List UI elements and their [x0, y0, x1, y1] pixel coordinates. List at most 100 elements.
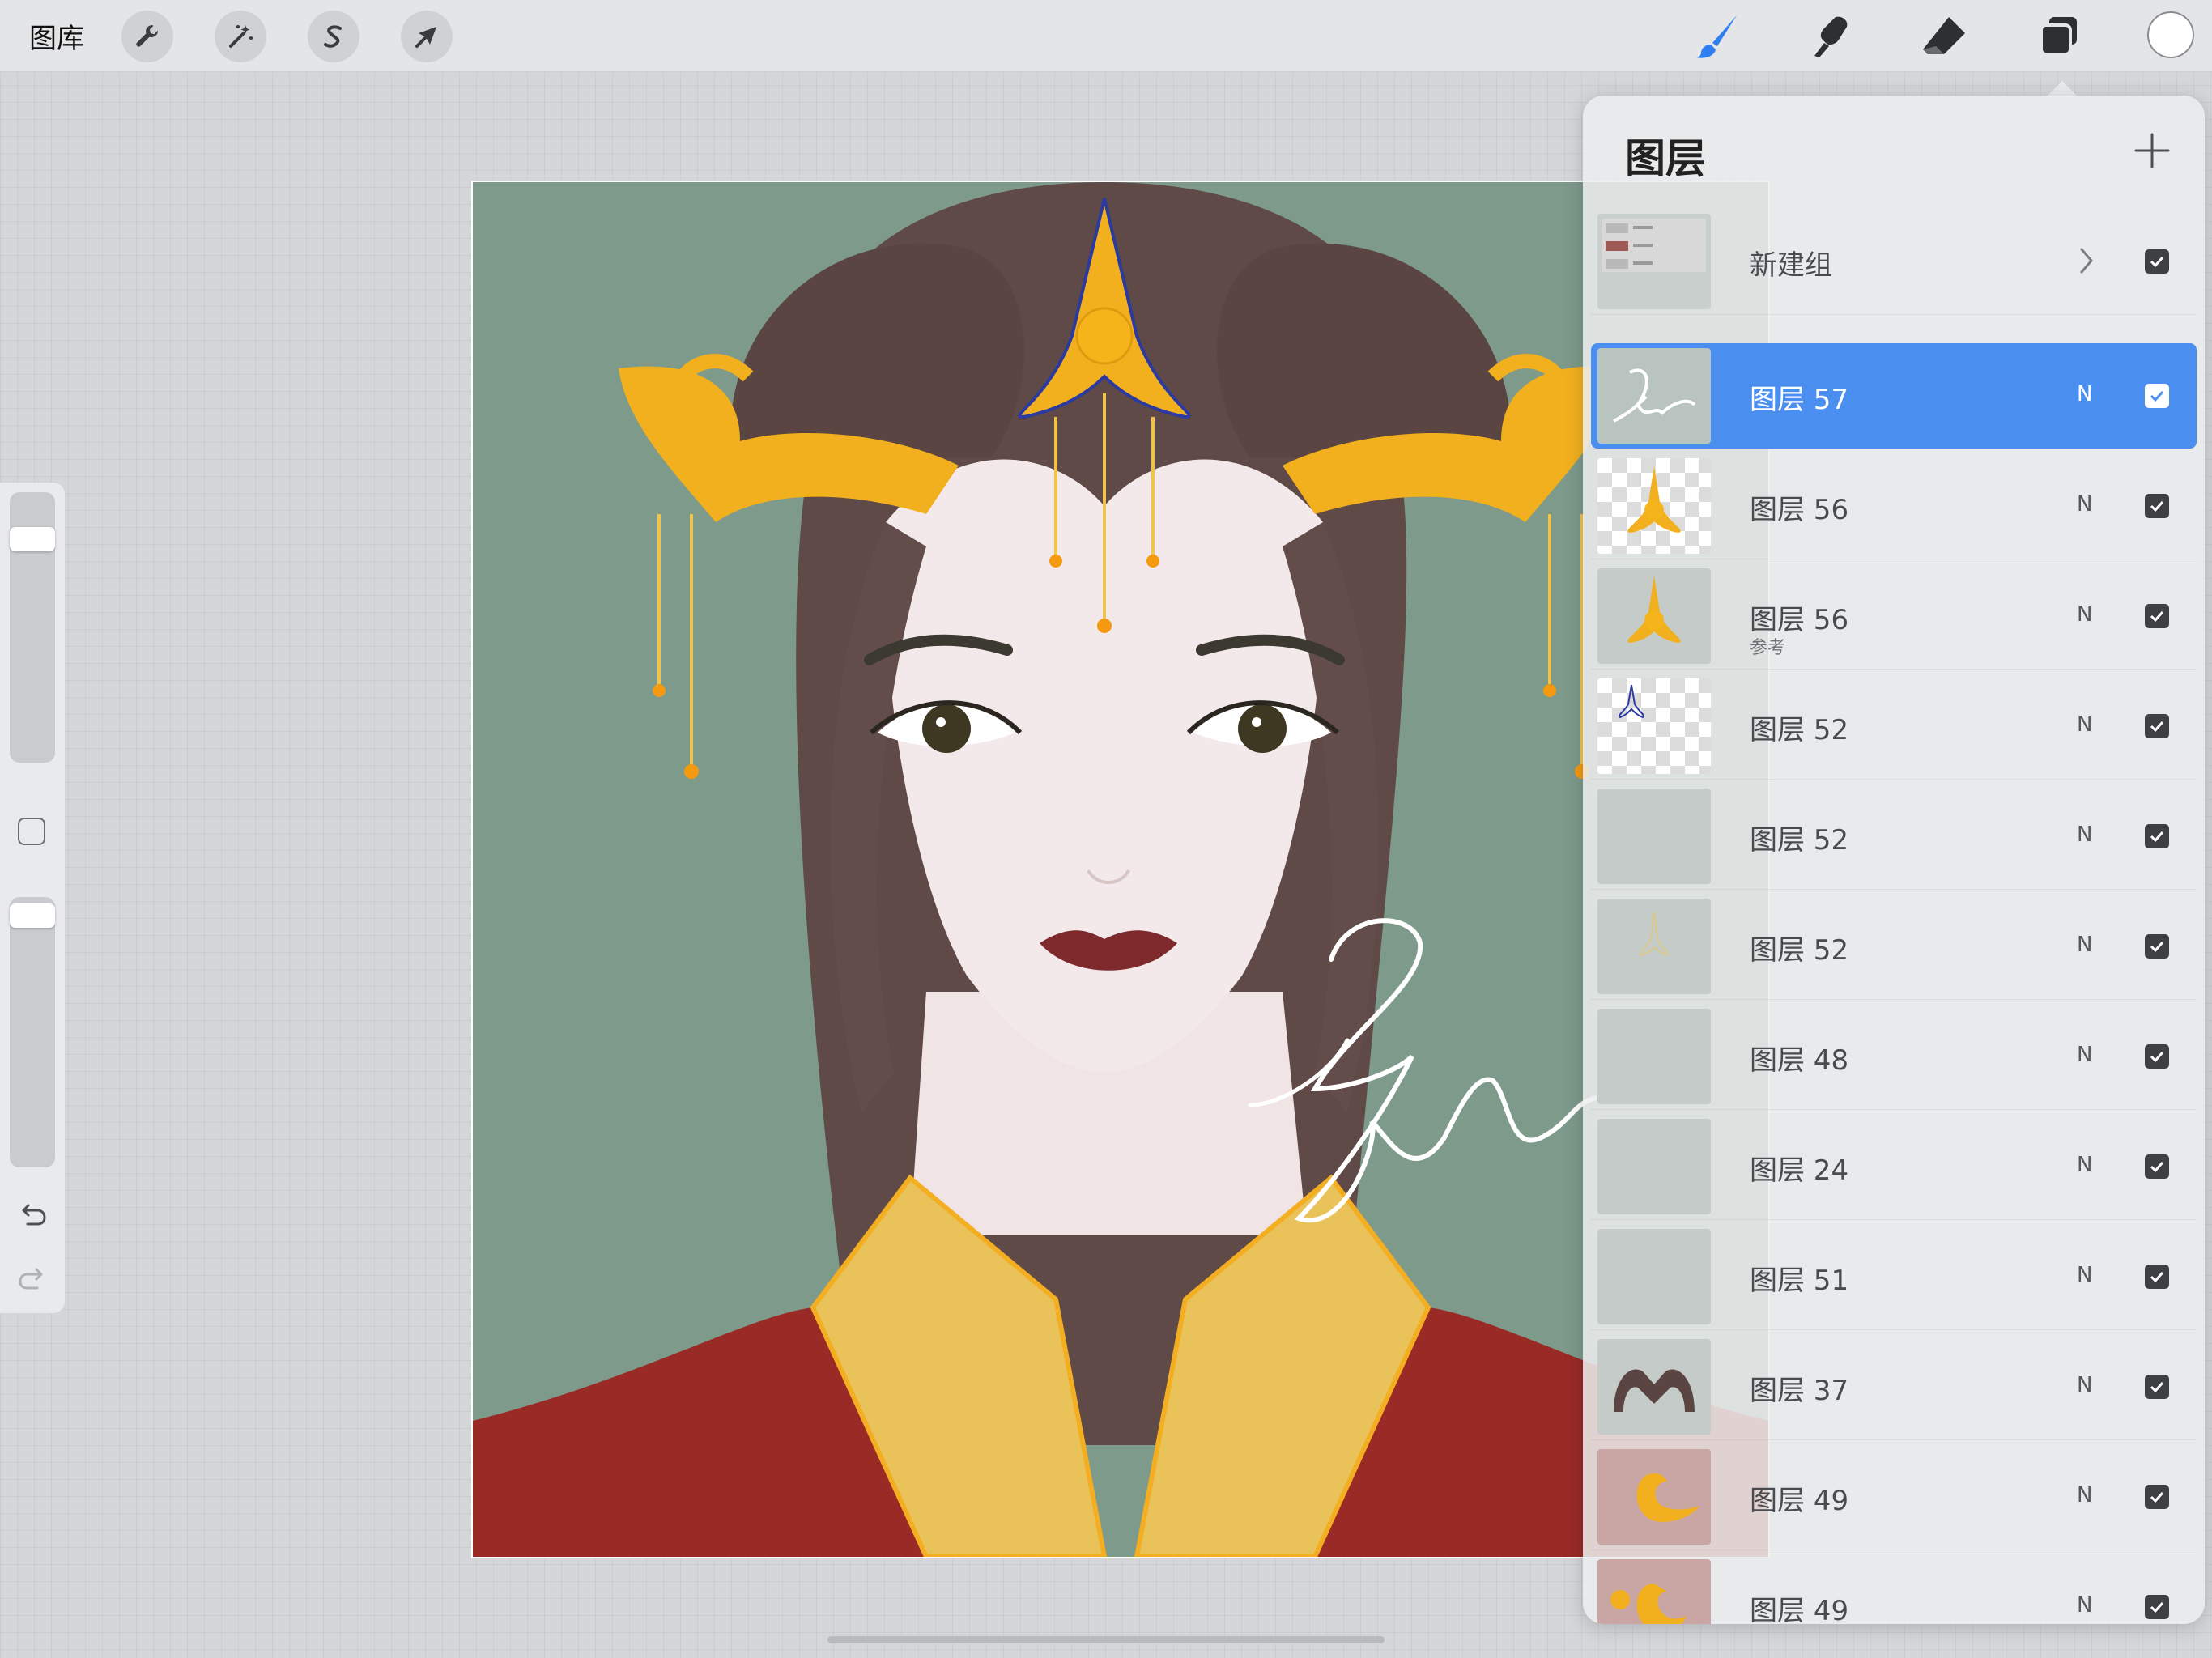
layer-thumbnail	[1597, 899, 1711, 994]
adjustments-button[interactable]	[215, 11, 266, 62]
blend-mode-button[interactable]: N	[2077, 823, 2092, 847]
layer-thumbnail	[1597, 678, 1711, 774]
blend-mode-button[interactable]: N	[2077, 933, 2092, 957]
layer-thumbnail	[1597, 789, 1711, 884]
left-sidebar	[0, 483, 65, 1313]
layer-name: 图层 24	[1750, 1154, 1849, 1187]
layer-name: 图层 57	[1750, 384, 1849, 416]
layer-row[interactable]: 图层 52 N	[1591, 674, 2197, 780]
layer-visibility-checkbox[interactable]	[2145, 1595, 2169, 1619]
layer-row-selected[interactable]: 图层 57 N	[1591, 343, 2197, 449]
layer-row[interactable]: 图层 56 参考 N	[1591, 563, 2197, 670]
redo-icon[interactable]	[16, 1263, 49, 1295]
checkmark-icon	[2150, 941, 2164, 953]
drawing-canvas[interactable]	[471, 181, 1770, 1558]
layer-row[interactable]: 图层 52 N	[1591, 784, 2197, 890]
blend-mode-button[interactable]: N	[2077, 1043, 2092, 1067]
layer-visibility-checkbox[interactable]	[2145, 604, 2169, 628]
actions-button[interactable]	[121, 11, 173, 62]
layer-visibility-checkbox[interactable]	[2145, 1485, 2169, 1509]
layers-tool-button[interactable]	[2034, 11, 2084, 62]
blend-mode-button[interactable]: N	[2077, 602, 2092, 627]
layer-visibility-checkbox[interactable]	[2145, 384, 2169, 408]
home-indicator	[827, 1636, 1385, 1643]
smudge-icon	[1814, 16, 1848, 57]
brush-size-slider-thumb[interactable]	[10, 527, 55, 551]
smudge-tool-button[interactable]	[1806, 11, 1856, 62]
layers-panel-title: 图层	[1625, 135, 1706, 182]
brush-icon	[1696, 15, 1737, 58]
layer-visibility-checkbox[interactable]	[2145, 1044, 2169, 1069]
eraser-tool-button[interactable]	[1919, 11, 1969, 62]
gallery-button[interactable]: 图库	[29, 16, 84, 56]
layer-row[interactable]: 图层 37 N	[1591, 1334, 2197, 1440]
layer-name: 图层 52	[1750, 934, 1849, 967]
layer-row[interactable]: 图层 24 N	[1591, 1114, 2197, 1220]
checkmark-icon	[2150, 390, 2164, 402]
layer-name: 新建组	[1750, 249, 1832, 282]
layer-visibility-checkbox[interactable]	[2145, 934, 2169, 959]
blend-mode-button[interactable]: N	[2077, 492, 2092, 517]
layer-name: 图层 52	[1750, 714, 1849, 746]
layer-visibility-checkbox[interactable]	[2145, 824, 2169, 848]
layer-reference-label: 参考	[1750, 638, 1786, 658]
color-picker-button[interactable]	[2147, 11, 2194, 58]
opacity-slider[interactable]	[10, 897, 55, 1167]
checkmark-icon	[2150, 1051, 2164, 1063]
undo-icon[interactable]	[16, 1199, 49, 1231]
checkmark-icon	[2150, 721, 2164, 733]
magic-wand-icon	[229, 25, 253, 48]
layer-thumbnail	[1597, 348, 1711, 444]
layers-icon	[2040, 17, 2077, 56]
artwork	[473, 182, 1768, 1557]
layer-row[interactable]: 图层 49 N	[1591, 1554, 2197, 1624]
layer-thumbnail	[1597, 1559, 1711, 1624]
layer-thumbnail	[1597, 568, 1711, 664]
layer-row-group[interactable]: 新建组	[1591, 209, 2197, 315]
blend-mode-button[interactable]: N	[2077, 1483, 2092, 1507]
blend-mode-button[interactable]: N	[2077, 712, 2092, 737]
layer-thumbnail	[1597, 1009, 1711, 1104]
top-toolbar: 图库	[0, 0, 2212, 72]
blend-mode-button[interactable]: N	[2077, 1263, 2092, 1287]
checkmark-icon	[2150, 831, 2164, 843]
layer-visibility-checkbox[interactable]	[2145, 714, 2169, 738]
hair-bun-right	[1217, 243, 1511, 457]
wrench-icon	[136, 25, 159, 47]
blend-mode-button[interactable]: N	[2077, 1593, 2092, 1618]
layer-row[interactable]: 图层 49 N	[1591, 1444, 2197, 1550]
layer-name: 图层 56	[1750, 604, 1849, 636]
eraser-icon	[1923, 17, 1965, 54]
layer-name: 图层 56	[1750, 494, 1849, 526]
layer-row[interactable]: 图层 48 N	[1591, 1004, 2197, 1110]
layer-thumbnail	[1597, 458, 1711, 554]
layers-panel: 图层 新建组 图层 57 N 图层 56 N 图层 56 参考 N 图层 52 …	[1583, 96, 2205, 1624]
plus-icon[interactable]	[2129, 128, 2175, 173]
layer-visibility-checkbox[interactable]	[2145, 1154, 2169, 1179]
layer-thumbnail	[1597, 1449, 1711, 1545]
blend-mode-button[interactable]: N	[2077, 382, 2092, 406]
layer-visibility-checkbox[interactable]	[2145, 249, 2169, 274]
layer-row[interactable]: 图层 52 N	[1591, 894, 2197, 1000]
chevron-right-icon[interactable]	[2075, 244, 2098, 277]
modify-square-icon[interactable]	[18, 818, 45, 845]
opacity-slider-thumb[interactable]	[10, 903, 55, 928]
blend-mode-button[interactable]: N	[2077, 1373, 2092, 1397]
arrow-cursor-icon	[415, 27, 436, 48]
blend-mode-button[interactable]: N	[2077, 1153, 2092, 1177]
layer-row[interactable]: 图层 56 N	[1591, 453, 2197, 559]
checkmark-icon	[2150, 1271, 2164, 1283]
checkmark-icon	[2150, 1381, 2164, 1393]
selection-button[interactable]	[308, 11, 359, 62]
layer-row[interactable]: 图层 51 N	[1591, 1224, 2197, 1330]
checkmark-icon	[2150, 610, 2164, 623]
transform-button[interactable]	[401, 11, 453, 62]
brush-tool-button[interactable]	[1692, 11, 1742, 62]
layer-name: 图层 51	[1750, 1265, 1849, 1297]
layer-visibility-checkbox[interactable]	[2145, 494, 2169, 518]
hair-bun-left	[730, 243, 1024, 457]
layer-thumbnail	[1597, 1119, 1711, 1214]
layer-visibility-checkbox[interactable]	[2145, 1375, 2169, 1399]
layer-thumbnail	[1597, 1229, 1711, 1324]
layer-visibility-checkbox[interactable]	[2145, 1265, 2169, 1289]
